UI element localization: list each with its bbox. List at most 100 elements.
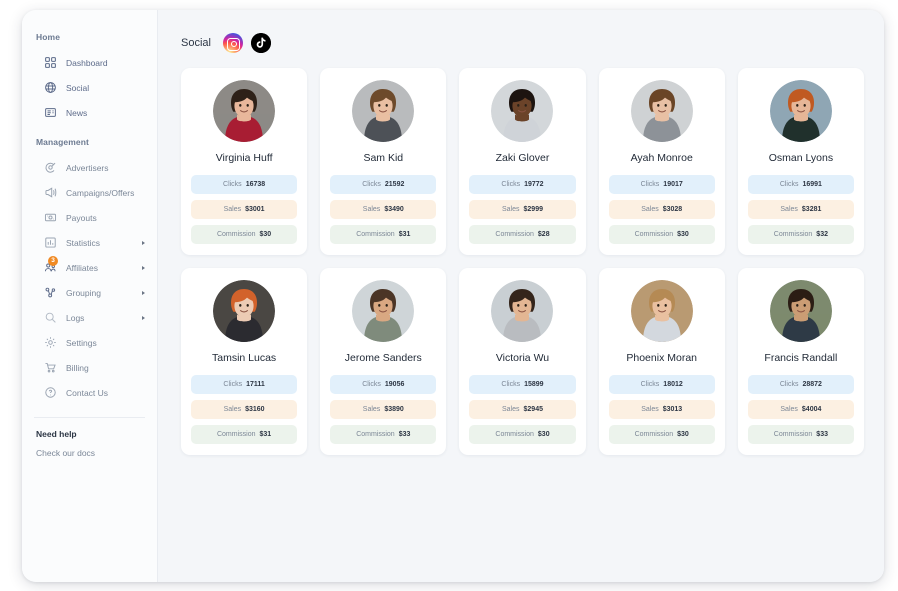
help-circle-icon (44, 386, 57, 399)
stat-clicks: Clicks 16991 (747, 175, 854, 194)
stat-commission: Commission $31 (330, 225, 437, 244)
avatar-image (769, 80, 832, 142)
stat-value-clicks: 19056 (384, 381, 405, 388)
stat-value-sales: $3490 (384, 206, 404, 213)
affiliate-card[interactable]: Ayah Monroe Clicks 19017 Sales $3028 Commissi… (598, 68, 725, 255)
affiliate-card[interactable]: Victoria Wu Clicks 15899 Sales $2945 Commissi… (459, 268, 586, 455)
megaphone-icon (44, 186, 57, 199)
stat-clicks: Clicks 16738 (191, 175, 298, 194)
affiliate-name: Francis Randall (764, 352, 838, 364)
stat-label-sales: Sales (780, 206, 798, 213)
sidebar-item-logs[interactable]: Logs (22, 305, 157, 330)
stat-label-clicks: Clicks (779, 381, 799, 388)
main-content: Social Virginia Huff Clicks 16738 Sales $300… (158, 10, 884, 582)
sidebar-item-label: Payouts (66, 212, 97, 223)
stat-value-clicks: 28872 (802, 381, 822, 388)
affiliate-card[interactable]: Sam Kid Clicks 21592 Sales $3490 Commission $3… (320, 68, 447, 255)
sidebar-item-grouping[interactable]: Grouping (22, 280, 157, 305)
stat-label-sales: Sales (223, 206, 242, 213)
stat-sales: Sales $3281 (747, 200, 854, 219)
affiliate-card[interactable]: Osman Lyons Clicks 16991 Sales $3281 Commissi… (737, 68, 864, 255)
gear-icon (44, 336, 57, 349)
affiliate-name: Zaki Glover (495, 152, 550, 164)
sidebar-item-statistics[interactable]: Statistics (22, 230, 157, 255)
stat-value-sales: $3013 (662, 406, 683, 413)
help-docs-link[interactable]: Check our docs (36, 448, 157, 458)
affiliate-name: Virginia Huff (215, 152, 273, 164)
avatar (769, 280, 832, 342)
affiliate-card[interactable]: Jerome Sanders Clicks 19056 Sales $3890 Commi… (320, 268, 447, 455)
sidebar-item-settings[interactable]: Settings (22, 330, 157, 355)
sidebar-item-contact-us[interactable]: Contact Us (22, 380, 157, 405)
sidebar-item-social[interactable]: Social (22, 75, 157, 100)
sidebar-item-news[interactable]: News (22, 100, 157, 125)
affiliate-name: Jerome Sanders (344, 352, 422, 364)
sidebar-item-payouts[interactable]: Payouts (22, 205, 157, 230)
stat-clicks: Clicks 19017 (608, 175, 715, 194)
sidebar-item-label: Settings (66, 337, 97, 348)
avatar (352, 80, 415, 142)
sidebar-item-affiliates[interactable]: Affiliates 3 (22, 255, 157, 280)
sidebar-item-label: Advertisers (66, 162, 109, 173)
dashboard-icon (44, 56, 57, 69)
sidebar-section-title-management: Management (36, 137, 89, 147)
page-title: Social (181, 37, 211, 49)
chevron-right-icon[interactable] (142, 265, 145, 270)
stat-value-commission: $30 (677, 231, 689, 238)
sidebar-item-badge: 3 (48, 256, 58, 266)
stat-sales: Sales $3890 (330, 400, 437, 419)
stat-label-commission: Commission (773, 431, 813, 438)
stat-value-commission: $33 (816, 431, 828, 438)
stat-value-commission: $30 (677, 431, 689, 438)
avatar-image (352, 280, 415, 342)
sidebar-item-label: Billing (66, 362, 89, 373)
stat-label-sales: Sales (641, 406, 659, 413)
stat-value-sales: $3160 (245, 406, 265, 413)
stat-clicks: Clicks 18012 (608, 375, 715, 394)
affiliate-card[interactable]: Virginia Huff Clicks 16738 Sales $3001 Commis… (181, 68, 308, 255)
chevron-right-icon[interactable] (142, 315, 145, 320)
page-header: Social (181, 28, 864, 58)
sidebar-item-campaigns-offers[interactable]: Campaigns/Offers (22, 180, 157, 205)
globe-icon (44, 81, 57, 94)
affiliate-card[interactable]: Zaki Glover Clicks 19772 Sales $2999 Commissi… (459, 68, 586, 255)
stat-label-clicks: Clicks (640, 381, 660, 388)
stat-value-commission: $30 (537, 431, 550, 438)
instagram-icon[interactable] (222, 33, 243, 53)
affiliate-card[interactable]: Francis Randall Clicks 28872 Sales $4004 Comm… (737, 268, 864, 455)
search-icon (44, 311, 57, 324)
stat-commission: Commission $32 (747, 225, 854, 244)
sidebar-item-billing[interactable]: Billing (22, 355, 157, 380)
avatar (630, 80, 693, 142)
stat-value-commission: $33 (398, 431, 411, 438)
affiliate-card[interactable]: Tamsin Lucas Clicks 17111 Sales $3160 Commiss… (181, 268, 308, 455)
stat-value-clicks: 16738 (245, 181, 266, 188)
stat-label-clicks: Clicks (362, 181, 381, 188)
stat-commission: Commission $30 (469, 425, 576, 444)
chevron-right-icon[interactable] (142, 240, 145, 245)
sidebar-item-dashboard[interactable]: Dashboard (22, 50, 157, 75)
sidebar-item-label: News (66, 107, 88, 118)
stat-clicks: Clicks 19772 (469, 175, 576, 194)
sidebar-item-label: Statistics (66, 237, 101, 248)
news-icon (44, 106, 57, 119)
avatar-image (491, 80, 554, 142)
stat-sales: Sales $4004 (747, 400, 854, 419)
sidebar-item-advertisers[interactable]: Advertisers (22, 155, 157, 180)
avatar (213, 280, 276, 342)
stat-sales: Sales $2945 (469, 400, 576, 419)
stat-value-commission: $31 (259, 431, 272, 438)
stat-value-commission: $31 (398, 231, 411, 238)
stat-commission: Commission $31 (191, 425, 298, 444)
affiliate-card[interactable]: Phoenix Moran Clicks 18012 Sales $3013 Commis… (598, 268, 725, 455)
grouping-icon (44, 286, 57, 299)
sidebar-section-title-home: Home (36, 32, 61, 42)
chevron-right-icon[interactable] (142, 290, 145, 295)
stat-commission: Commission $33 (747, 425, 854, 444)
stat-sales: Sales $3490 (330, 200, 437, 219)
tiktok-icon[interactable] (250, 33, 271, 53)
avatar-image (630, 80, 693, 142)
stat-label-commission: Commission (356, 231, 395, 238)
help-title: Need help (36, 429, 77, 439)
avatar (352, 280, 415, 342)
